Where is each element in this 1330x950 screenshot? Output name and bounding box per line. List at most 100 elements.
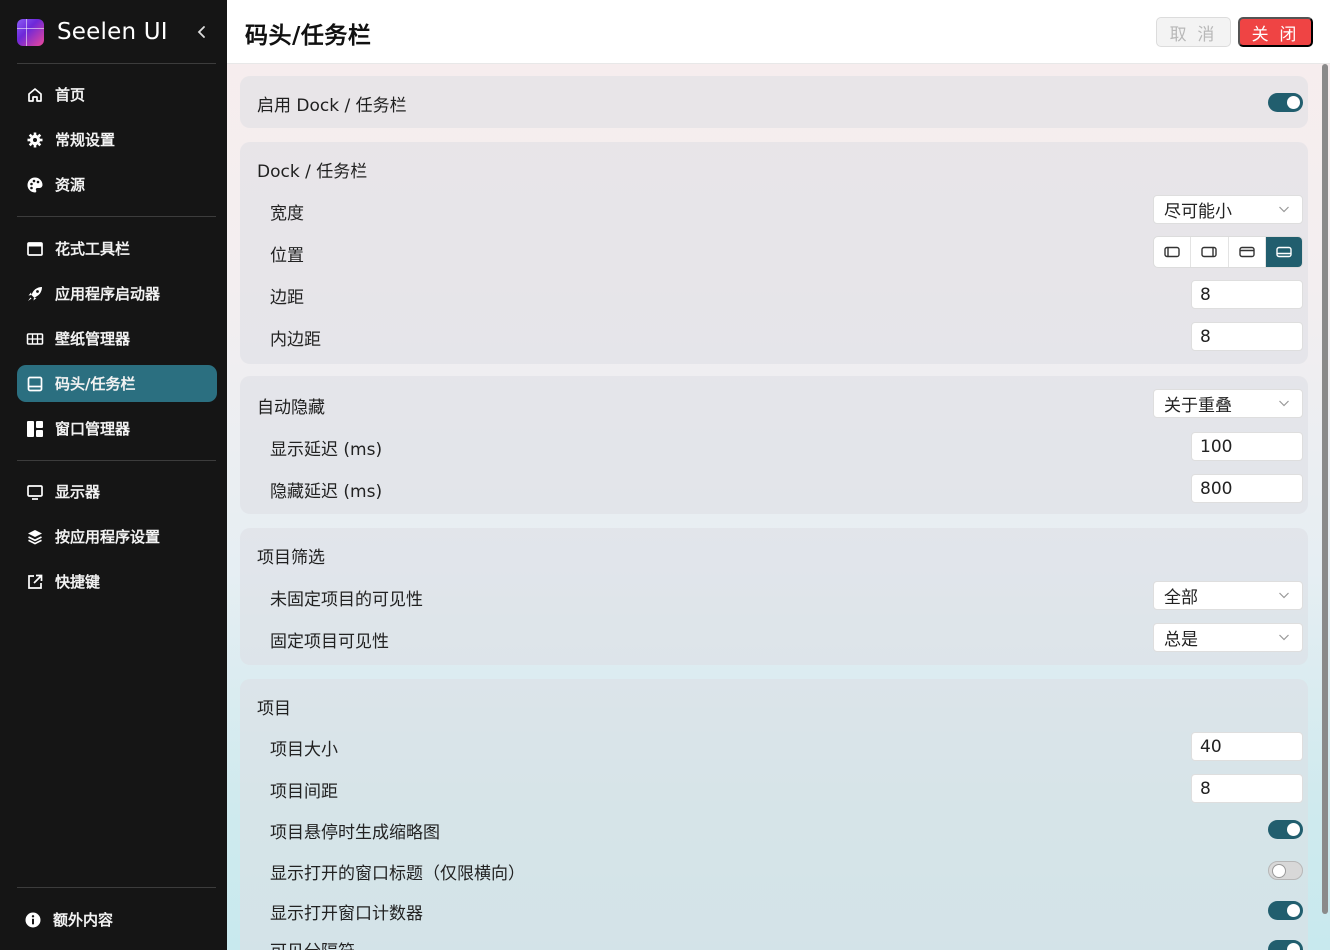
item-filter-title: 项目筛选 xyxy=(257,548,325,568)
margin-input-value: 8 xyxy=(1200,284,1211,305)
autohide-card: 自动隐藏 关于重叠 显示延迟 (ms) 100 隐藏延迟 (ms) 800 xyxy=(240,376,1308,514)
autohide-select[interactable]: 关于重叠 xyxy=(1153,389,1303,418)
hide-delay-label: 隐藏延迟 (ms) xyxy=(270,482,383,502)
sidebar-item-label: 按应用程序设置 xyxy=(55,528,161,546)
position-left-button[interactable] xyxy=(1154,237,1192,267)
item-spacing-label: 项目间距 xyxy=(270,782,338,802)
sidebar-divider xyxy=(17,460,216,461)
position-right-button[interactable] xyxy=(1191,237,1229,267)
width-select[interactable]: 尽可能小 xyxy=(1153,195,1303,224)
chevron-down-icon xyxy=(1279,592,1289,599)
dock-card: Dock / 任务栏 宽度 尽可能小 位置 边距 8 内边距 8 xyxy=(240,142,1308,364)
item-size-label: 项目大小 xyxy=(270,740,338,760)
dock-right-icon xyxy=(1201,246,1218,258)
unpinned-visibility-select[interactable]: 全部 xyxy=(1153,581,1303,610)
position-top-button[interactable] xyxy=(1229,237,1266,267)
page-header: 码头/任务栏 取 消 关 闭 xyxy=(227,0,1330,64)
sidebar-item-label: 常规设置 xyxy=(55,131,116,149)
unpinned-visibility-value: 全部 xyxy=(1164,588,1198,608)
rocket-icon xyxy=(26,285,44,303)
sidebar-item-general-settings[interactable]: 常规设置 xyxy=(17,121,217,158)
dock-section-title: Dock / 任务栏 xyxy=(257,162,368,182)
info-icon xyxy=(24,911,42,929)
window-icon xyxy=(26,240,44,258)
main-panel: 码头/任务栏 取 消 关 闭 启用 Dock / 任务栏 Dock / 任务栏 … xyxy=(227,0,1330,950)
dock-top-icon xyxy=(1238,246,1255,258)
sidebar: Seelen UI 首页 常规设置 资源 花式工具栏 应用程序启动器 壁纸管理器… xyxy=(0,0,227,950)
show-delay-label: 显示延迟 (ms) xyxy=(270,440,383,460)
dock-bottom-icon xyxy=(1276,246,1292,258)
monitor-icon xyxy=(26,483,44,501)
margin-label: 边距 xyxy=(270,288,304,308)
chevron-down-icon xyxy=(1279,634,1289,641)
sidebar-item-per-app-settings[interactable]: 按应用程序设置 xyxy=(17,518,217,555)
brand-name: Seelen UI xyxy=(57,19,168,45)
sidebar-item-label: 壁纸管理器 xyxy=(55,330,131,348)
items-section-title: 项目 xyxy=(257,699,291,719)
item-size-input[interactable]: 40 xyxy=(1191,732,1303,761)
padding-input-value: 8 xyxy=(1200,326,1211,347)
window-counter-toggle[interactable] xyxy=(1268,901,1303,920)
scrollbar[interactable] xyxy=(1322,64,1328,914)
visible-separators-toggle[interactable] xyxy=(1268,940,1303,950)
sidebar-item-app-launcher[interactable]: 应用程序启动器 xyxy=(17,275,217,312)
margin-input[interactable]: 8 xyxy=(1191,280,1303,309)
thumbnail-on-hover-label: 项目悬停时生成缩略图 xyxy=(270,823,440,843)
chevron-down-icon xyxy=(1279,206,1289,213)
enable-dock-toggle[interactable] xyxy=(1268,93,1303,112)
sidebar-item-resources[interactable]: 资源 xyxy=(17,166,217,203)
position-bottom-button[interactable] xyxy=(1265,237,1302,267)
hide-delay-input[interactable]: 800 xyxy=(1191,474,1303,503)
position-segmented-control xyxy=(1153,236,1303,268)
pinned-visibility-select[interactable]: 总是 xyxy=(1153,623,1303,652)
unpinned-visibility-label: 未固定项目的可见性 xyxy=(270,590,423,610)
item-size-input-value: 40 xyxy=(1200,736,1222,757)
position-label: 位置 xyxy=(270,246,304,266)
pinned-visibility-label: 固定项目可见性 xyxy=(270,632,389,652)
sidebar-item-shortcuts[interactable]: 快捷键 xyxy=(17,563,217,600)
layout-icon xyxy=(26,420,44,438)
padding-label: 内边距 xyxy=(270,330,321,350)
visible-separators-label: 可见分隔符 xyxy=(270,937,355,950)
sidebar-item-window-manager[interactable]: 窗口管理器 xyxy=(17,410,217,447)
autohide-select-value: 关于重叠 xyxy=(1164,396,1232,416)
thumbnail-on-hover-toggle[interactable] xyxy=(1268,820,1303,839)
sidebar-item-label: 额外内容 xyxy=(53,911,114,929)
pinned-visibility-value: 总是 xyxy=(1164,630,1198,650)
layers-icon xyxy=(26,528,44,546)
enable-card: 启用 Dock / 任务栏 xyxy=(240,76,1308,128)
autohide-label: 自动隐藏 xyxy=(257,398,325,418)
sidebar-divider xyxy=(17,63,216,64)
sidebar-item-monitors[interactable]: 显示器 xyxy=(17,473,217,510)
sidebar-item-label: 显示器 xyxy=(55,483,101,501)
sidebar-divider xyxy=(17,216,216,217)
sidebar-item-home[interactable]: 首页 xyxy=(17,76,217,113)
show-delay-input-value: 100 xyxy=(1200,436,1233,457)
hide-delay-input-value: 800 xyxy=(1200,478,1233,499)
sidebar-item-label: 资源 xyxy=(55,176,86,194)
window-title-toggle[interactable] xyxy=(1268,861,1303,880)
sidebar-item-label: 码头/任务栏 xyxy=(55,375,136,393)
sidebar-item-dock-taskbar[interactable]: 码头/任务栏 xyxy=(17,365,217,402)
sidebar-item-wallpaper-manager[interactable]: 壁纸管理器 xyxy=(17,320,217,357)
sidebar-item-label: 快捷键 xyxy=(55,573,101,591)
item-spacing-input-value: 8 xyxy=(1200,778,1211,799)
cancel-button[interactable]: 取 消 xyxy=(1156,17,1231,47)
collapse-sidebar-chevron-left-icon[interactable] xyxy=(193,20,211,44)
sidebar-item-label: 首页 xyxy=(55,86,86,104)
close-button[interactable]: 关 闭 xyxy=(1238,17,1313,47)
window-counter-label: 显示打开窗口计数器 xyxy=(270,904,423,924)
dock-left-icon xyxy=(1164,246,1180,258)
sidebar-item-label: 窗口管理器 xyxy=(55,420,131,438)
brand: Seelen UI xyxy=(17,16,168,48)
item-spacing-input[interactable]: 8 xyxy=(1191,774,1303,803)
sidebar-item-fancy-toolbar[interactable]: 花式工具栏 xyxy=(17,230,217,267)
wallpaper-icon xyxy=(26,330,44,348)
enable-dock-label: 启用 Dock / 任务栏 xyxy=(257,96,407,116)
show-delay-input[interactable]: 100 xyxy=(1191,432,1303,461)
window-title-label: 显示打开的窗口标题（仅限横向） xyxy=(270,864,525,884)
padding-input[interactable]: 8 xyxy=(1191,322,1303,351)
external-link-icon xyxy=(26,573,44,591)
sidebar-item-extras[interactable]: 额外内容 xyxy=(17,901,217,938)
width-select-value: 尽可能小 xyxy=(1164,202,1232,222)
